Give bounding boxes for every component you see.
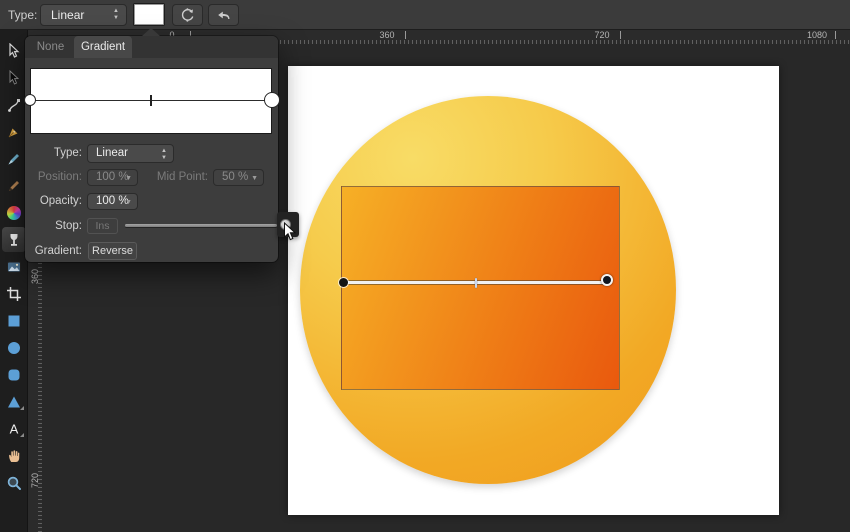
- ruler-major-tick: [620, 31, 621, 39]
- brush-tool-icon[interactable]: [0, 145, 28, 172]
- ruler-major-tick: [405, 31, 406, 39]
- tools-sidebar: A: [0, 30, 28, 532]
- tab-gradient[interactable]: Gradient: [74, 36, 132, 58]
- ruler-label: 720: [594, 30, 610, 40]
- mouse-cursor: [284, 222, 297, 241]
- ruler-label: 720: [30, 472, 40, 488]
- chevron-down-icon: ▼: [125, 199, 132, 206]
- position-value: 100 %: [96, 171, 129, 183]
- ellipse-shape-tool-icon[interactable]: [0, 334, 28, 361]
- gradient-end-handle[interactable]: [601, 274, 613, 286]
- midpoint-label: Mid Point:: [156, 171, 208, 183]
- chevron-down-icon: ▼: [251, 175, 258, 182]
- chevron-down-icon: ▼: [125, 175, 132, 182]
- ruler-label: 360: [30, 268, 40, 284]
- gradient-label: Gradient:: [34, 245, 82, 257]
- options-bar: Type: Linear ▲ ▼: [0, 0, 850, 30]
- chevron-updown-icon: ▲ ▼: [113, 8, 119, 21]
- fill-tabs: None Gradient: [25, 36, 278, 58]
- triangle-shape-tool-icon[interactable]: [0, 388, 28, 415]
- chevron-updown-icon: ▲ ▼: [161, 147, 167, 161]
- rectangle-shape-tool-icon[interactable]: [0, 307, 28, 334]
- rounded-rectangle-shape-tool-icon[interactable]: [0, 361, 28, 388]
- gradient-strip-midpoint-handle[interactable]: [150, 95, 152, 106]
- gradient-stop-end-handle[interactable]: [264, 92, 280, 108]
- stop-label: Stop:: [55, 220, 82, 232]
- ruler-major-tick: [835, 31, 836, 39]
- image-tool-icon[interactable]: [0, 253, 28, 280]
- gradient-type-value: Linear: [51, 8, 85, 22]
- submenu-arrow-icon: [20, 433, 24, 437]
- reverse-gradient-button[interactable]: Reverse: [88, 242, 137, 260]
- type-label: Type:: [8, 8, 38, 22]
- rotate-gradient-button[interactable]: [172, 4, 203, 26]
- move-tool-icon[interactable]: [0, 37, 28, 64]
- svg-text:A: A: [10, 421, 19, 436]
- ruler-label: 1080: [806, 30, 828, 40]
- insert-stop-button[interactable]: Ins: [87, 218, 118, 234]
- text-tool-icon[interactable]: A: [0, 415, 28, 442]
- crop-tool-icon[interactable]: [0, 280, 28, 307]
- panel-type-dropdown[interactable]: Linear ▲ ▼: [87, 144, 174, 163]
- direct-select-tool-icon[interactable]: [0, 64, 28, 91]
- panel-type-value: Linear: [96, 147, 128, 159]
- app-window: 0 360 720 1080 360 720 Type: Linear ▲▼: [0, 0, 850, 532]
- pen-tool-icon[interactable]: [0, 118, 28, 145]
- gradient-stop-start-handle[interactable]: [24, 94, 36, 106]
- panel-type-label: Type:: [53, 147, 82, 159]
- ruler-label: 360: [379, 30, 395, 40]
- gradient-annotation-line: [338, 274, 618, 292]
- gradient-color-swatch[interactable]: [133, 3, 165, 26]
- midpoint-dropdown[interactable]: 50 % ▼: [213, 169, 264, 186]
- midpoint-value: 50 %: [222, 171, 249, 183]
- gradient-fill-tool-icon[interactable]: [0, 226, 28, 253]
- gradient-type-dropdown[interactable]: Linear ▲ ▼: [40, 4, 127, 26]
- popover-arrow: [142, 28, 160, 36]
- node-pen-tool-icon[interactable]: [0, 91, 28, 118]
- revert-button[interactable]: [208, 4, 239, 26]
- zoom-tool-icon[interactable]: [0, 469, 28, 496]
- submenu-arrow-icon: [20, 406, 24, 410]
- gradient-midpoint-handle[interactable]: [475, 278, 477, 288]
- undo-arrow-icon: [217, 11, 229, 19]
- opacity-value: 100 %: [96, 195, 129, 207]
- position-dropdown[interactable]: 100 % ▼: [87, 169, 138, 186]
- tab-none[interactable]: None: [27, 36, 74, 58]
- opacity-dropdown[interactable]: 100 % ▼: [87, 193, 138, 210]
- gradient-preview-strip[interactable]: [24, 68, 280, 134]
- rotate-icon: [181, 8, 194, 22]
- opacity-label: Opacity:: [39, 195, 82, 207]
- position-label: Position:: [37, 171, 82, 183]
- hand-tool-icon[interactable]: [0, 442, 28, 469]
- color-wheel-tool-icon[interactable]: [0, 199, 28, 226]
- gradient-start-handle[interactable]: [339, 278, 348, 287]
- pencil-tool-icon[interactable]: [0, 172, 28, 199]
- gradient-editor-popover: None Gradient Type: Linear ▲ ▼ Position: …: [24, 28, 280, 262]
- stop-position-slider[interactable]: [125, 224, 277, 227]
